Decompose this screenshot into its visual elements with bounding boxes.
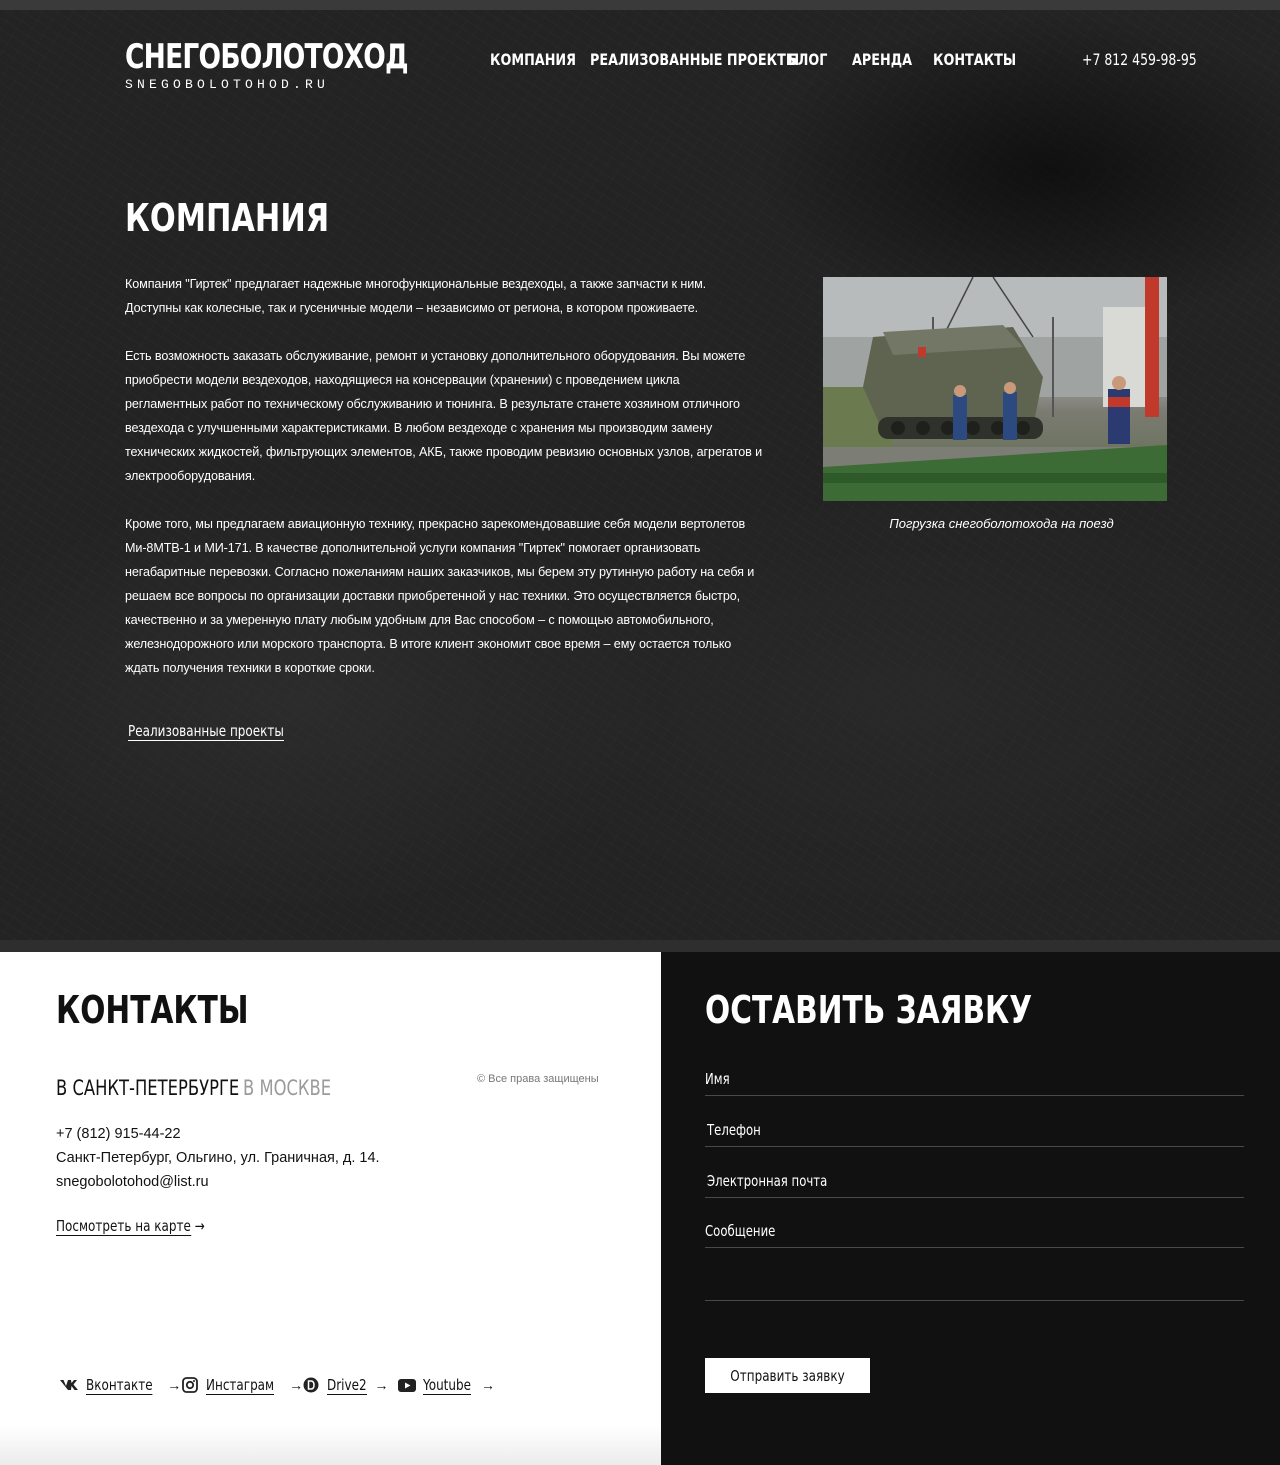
paragraph: Есть возможность заказать обслуживание, … [125,349,763,483]
nav-item-blog[interactable]: БЛОГ [788,50,827,69]
contacts-title: КОНТАКТЫ [56,988,249,1032]
social-label: Инстаграм [206,1375,275,1395]
contacts-bottom-fade [0,1425,661,1465]
top-border [0,0,1280,10]
paragraph: Кроме того, мы предлагаем авиационную те… [125,517,755,675]
header-phone[interactable]: +7 812 459-98-95 [1082,50,1197,69]
nav-item-contacts[interactable]: КОНТАКТЫ [933,50,1016,69]
email-field[interactable]: Электронная почта [705,1172,1244,1198]
social-label: Youtube [423,1375,471,1395]
contacts-section: КОНТАКТЫ В САНКТ-ПЕТЕРБУРГЕ В МОСКВЕ © В… [0,952,661,1465]
page-title: КОМПАНИЯ [125,196,330,240]
social-link-youtube[interactable]: Youtube → [397,1375,495,1395]
message-placeholder: Сообщение [705,1222,776,1240]
social-link-drive2[interactable]: Drive2 → [301,1375,389,1395]
instagram-icon [180,1375,200,1395]
message-field-extra-line[interactable] [705,1275,1244,1301]
submit-label: Отправить заявку [730,1366,845,1385]
phone-field[interactable]: Телефон [705,1121,1244,1147]
site-logo[interactable]: СНЕГОБОЛОТОХОД SNEGOBOLOTOHOD.RU [125,38,488,92]
paragraph: Компания "Гиртек" предлагает надежные мн… [125,277,707,315]
arrow-right-icon: → [194,1217,205,1235]
logo-domain: SNEGOBOLOTOHOD.RU [125,77,330,92]
view-on-map-link[interactable]: Посмотреть на карте → [56,1217,205,1236]
email-placeholder: Электронная почта [707,1172,828,1190]
social-label: Drive2 [327,1375,367,1395]
phone-placeholder: Телефон [707,1121,761,1139]
company-description: Компания "Гиртек" предлагает надежные мн… [125,272,765,704]
submit-request-button[interactable]: Отправить заявку [705,1358,870,1393]
social-link-instagram[interactable]: Инстаграм → [180,1375,303,1395]
vk-icon [60,1375,80,1395]
tab-moscow[interactable]: В МОСКВЕ [243,1076,331,1100]
contact-info: +7 (812) 915-44-22 Санкт-Петербург, Ольг… [56,1122,380,1194]
vehicle-loading-photo [823,277,1167,501]
name-field[interactable]: Имя [705,1070,1244,1096]
map-link-label: Посмотреть на карте [56,1217,191,1236]
message-field[interactable]: Сообщение [705,1222,1244,1248]
hero-section: СНЕГОБОЛОТОХОД SNEGOBOLOTOHOD.RU КОМПАНИ… [0,0,1280,952]
drive2-icon [301,1375,321,1395]
nav-item-company[interactable]: КОМПАНИЯ [490,50,576,69]
arrow-right-icon: → [374,1377,389,1393]
projects-link[interactable]: Реализованные проекты [128,722,284,741]
request-title: ОСТАВИТЬ ЗАЯВКУ [705,988,1033,1032]
youtube-icon [397,1375,417,1395]
social-label: Вконтакте [86,1375,153,1395]
nav-item-projects[interactable]: РЕАЛИЗОВАННЫЕ ПРОЕКТЫ [590,50,799,69]
logo-title: СНЕГОБОЛОТОХОД [125,37,409,77]
contact-email[interactable]: snegobolotohod@list.ru [56,1170,380,1194]
nav-item-rent[interactable]: АРЕНДА [852,50,912,69]
request-form-section: ОСТАВИТЬ ЗАЯВКУ Имя Телефон Электронная … [661,952,1280,1465]
social-link-vk[interactable]: Вконтакте → [60,1375,181,1395]
contact-address: Санкт-Петербург, Ольгино, ул. Граничная,… [56,1150,380,1166]
hero-bottom-border [0,940,1280,952]
photo-caption: Погрузка снегоболотохода на поезд [889,516,1114,531]
name-placeholder: Имя [705,1070,730,1088]
arrow-right-icon: → [481,1377,495,1393]
copyright: © Все права защищены [477,1073,599,1085]
tab-saint-petersburg[interactable]: В САНКТ-ПЕТЕРБУРГЕ [56,1076,239,1100]
contact-phone[interactable]: +7 (812) 915-44-22 [56,1122,380,1146]
